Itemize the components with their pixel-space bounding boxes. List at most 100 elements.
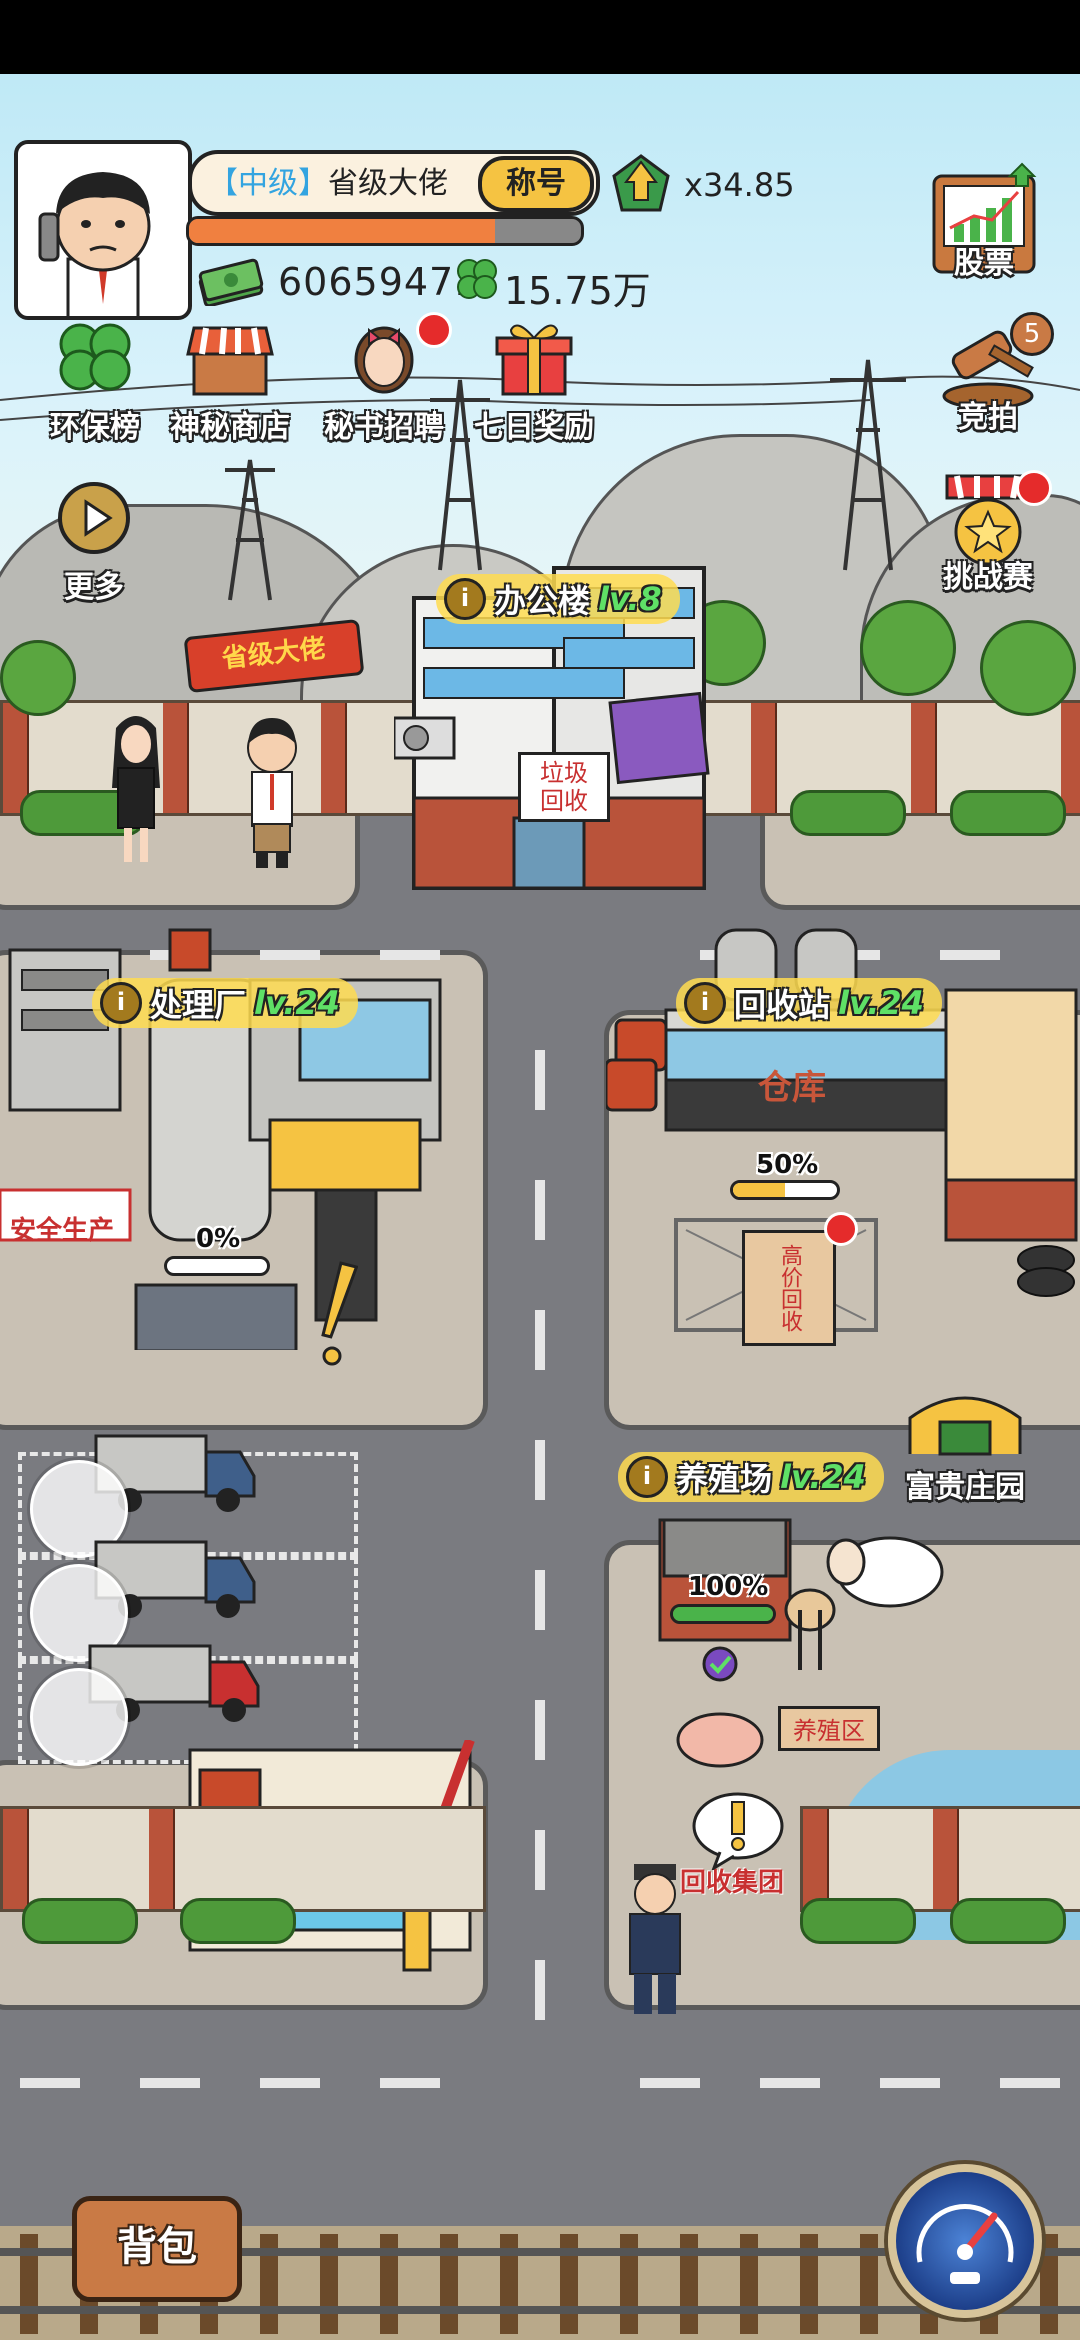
more-label: 更多: [64, 570, 124, 605]
gift-box-icon: [495, 324, 573, 396]
player-avatar[interactable]: [14, 140, 192, 320]
office-sign-line: 回收: [540, 787, 588, 815]
tree: [0, 640, 76, 716]
info-icon: i: [626, 1456, 668, 1498]
road-marking: [535, 1310, 545, 1370]
recycle-level: lv.24: [838, 984, 924, 1022]
bottom-fence: [0, 1806, 486, 1912]
tree: [860, 600, 956, 696]
road-marking: [535, 1830, 545, 1890]
clover-icon: [59, 323, 131, 391]
title-button[interactable]: 称号: [478, 156, 594, 212]
alert-speech-bubble-icon[interactable]: [690, 1790, 786, 1870]
eco-ranking-button[interactable]: 环保榜: [30, 318, 160, 446]
mystery-shop-button[interactable]: 神秘商店: [160, 318, 300, 446]
office-label[interactable]: i 办公楼 lv.8: [436, 574, 680, 624]
shop-stall-icon: [186, 326, 274, 396]
recycle-sign: 高价回收: [742, 1230, 836, 1346]
info-icon: i: [444, 578, 486, 620]
experience-fill: [189, 219, 495, 243]
office-sign-line: 垃圾: [540, 759, 588, 787]
speed-boost-button[interactable]: [888, 2164, 1042, 2318]
speedometer-icon: [916, 2204, 1014, 2284]
recycle-progress-text: 50%: [756, 1150, 819, 1180]
recycle-progress-fill: [733, 1183, 785, 1197]
plant-level: lv.24: [254, 984, 340, 1022]
cargo-bubble: [30, 1668, 128, 1766]
farm-progress-bar: [670, 1604, 776, 1624]
recycle-label[interactable]: i 回收站 lv.24: [676, 978, 942, 1028]
stocks-button[interactable]: 股票: [924, 162, 1044, 282]
plant-name: 处理厂: [150, 986, 247, 1024]
road-marking: [260, 2078, 320, 2088]
clover-icon: [457, 259, 497, 299]
money-amount: 6065947.: [278, 260, 468, 304]
road-marking: [880, 2078, 940, 2088]
road-marking: [535, 1180, 545, 1240]
seven-day-reward-button[interactable]: 七日奖励: [464, 316, 604, 446]
road-marking: [760, 2078, 820, 2088]
office-sign: 垃圾 回收: [518, 752, 610, 822]
play-icon: [58, 482, 130, 554]
rank-title: 省级大佬: [328, 166, 448, 201]
secretary-character[interactable]: [96, 708, 176, 868]
road-marking: [380, 2078, 440, 2088]
manor-label: 富贵庄园: [905, 1470, 1025, 1505]
road-marking: [1000, 2078, 1060, 2088]
office-level: lv.8: [598, 580, 662, 618]
road-marking: [140, 2078, 200, 2088]
plant-progress-bar: [164, 1256, 270, 1276]
warehouse-sign: 仓库: [758, 1068, 826, 1108]
up-arrow-gem-icon: [612, 154, 670, 212]
farm-progress-fill: [673, 1607, 773, 1621]
plant-progress-text: 0%: [196, 1224, 241, 1254]
hedge: [950, 1898, 1066, 1944]
backpack-label: 背包: [117, 2224, 197, 2270]
manor-button[interactable]: 富贵庄园: [890, 1388, 1040, 1506]
farm-sign: 养殖区: [778, 1706, 880, 1751]
farm-level: lv.24: [780, 1458, 866, 1496]
hedge: [800, 1898, 916, 1944]
farm-label[interactable]: i 养殖场 lv.24: [618, 1452, 884, 1502]
plant-label[interactable]: i 处理厂 lv.24: [92, 978, 358, 1028]
auction-count-badge: 5: [1010, 312, 1054, 356]
road-marking: [535, 1570, 545, 1630]
elder-character[interactable]: [620, 1860, 690, 2020]
road-marking: [535, 1960, 545, 2020]
mystery-shop-label: 神秘商店: [170, 410, 290, 445]
auction-button[interactable]: 5 竞拍: [918, 312, 1058, 436]
recycling-station[interactable]: [606, 890, 1080, 1350]
farm-name: 养殖场: [676, 1460, 773, 1498]
secretary-icon: [354, 326, 414, 394]
road-marking: [535, 1440, 545, 1500]
boss-character[interactable]: [232, 712, 312, 872]
backpack-button[interactable]: 背包: [72, 2196, 242, 2302]
experience-bar: [186, 216, 584, 246]
tree: [980, 620, 1076, 716]
rank-label: 【中级】省级大佬: [208, 158, 448, 202]
seven-day-reward-label: 七日奖励: [474, 410, 594, 445]
alert-exclamation-icon[interactable]: [318, 1260, 358, 1370]
secretary-hiring-button[interactable]: 秘书招聘: [314, 310, 454, 446]
notification-dot: [1016, 470, 1052, 506]
income-multiplier: x34.85: [684, 166, 795, 204]
processing-plant[interactable]: [0, 910, 460, 1350]
recycle-progress-bar: [730, 1180, 840, 1200]
road-marking: [535, 1050, 545, 1110]
eco-ranking-label: 环保榜: [50, 410, 140, 445]
notification-dot: [416, 312, 452, 348]
hedge: [950, 790, 1066, 836]
notification-dot: [824, 1212, 858, 1246]
cash-icon: [198, 258, 264, 306]
clover-amount: 15.75万: [504, 269, 651, 313]
challenge-button[interactable]: 挑战赛: [918, 470, 1058, 596]
road-marking: [535, 1700, 545, 1760]
status-bar: [0, 0, 1080, 74]
road-marking: [20, 2078, 80, 2088]
hedge: [22, 1898, 138, 1944]
bottom-fence: [800, 1806, 1080, 1912]
info-icon: i: [684, 982, 726, 1024]
more-button[interactable]: 更多: [44, 478, 144, 606]
farm-progress-text: 100%: [688, 1572, 769, 1602]
safety-sign: 安全生产: [10, 1216, 115, 1246]
